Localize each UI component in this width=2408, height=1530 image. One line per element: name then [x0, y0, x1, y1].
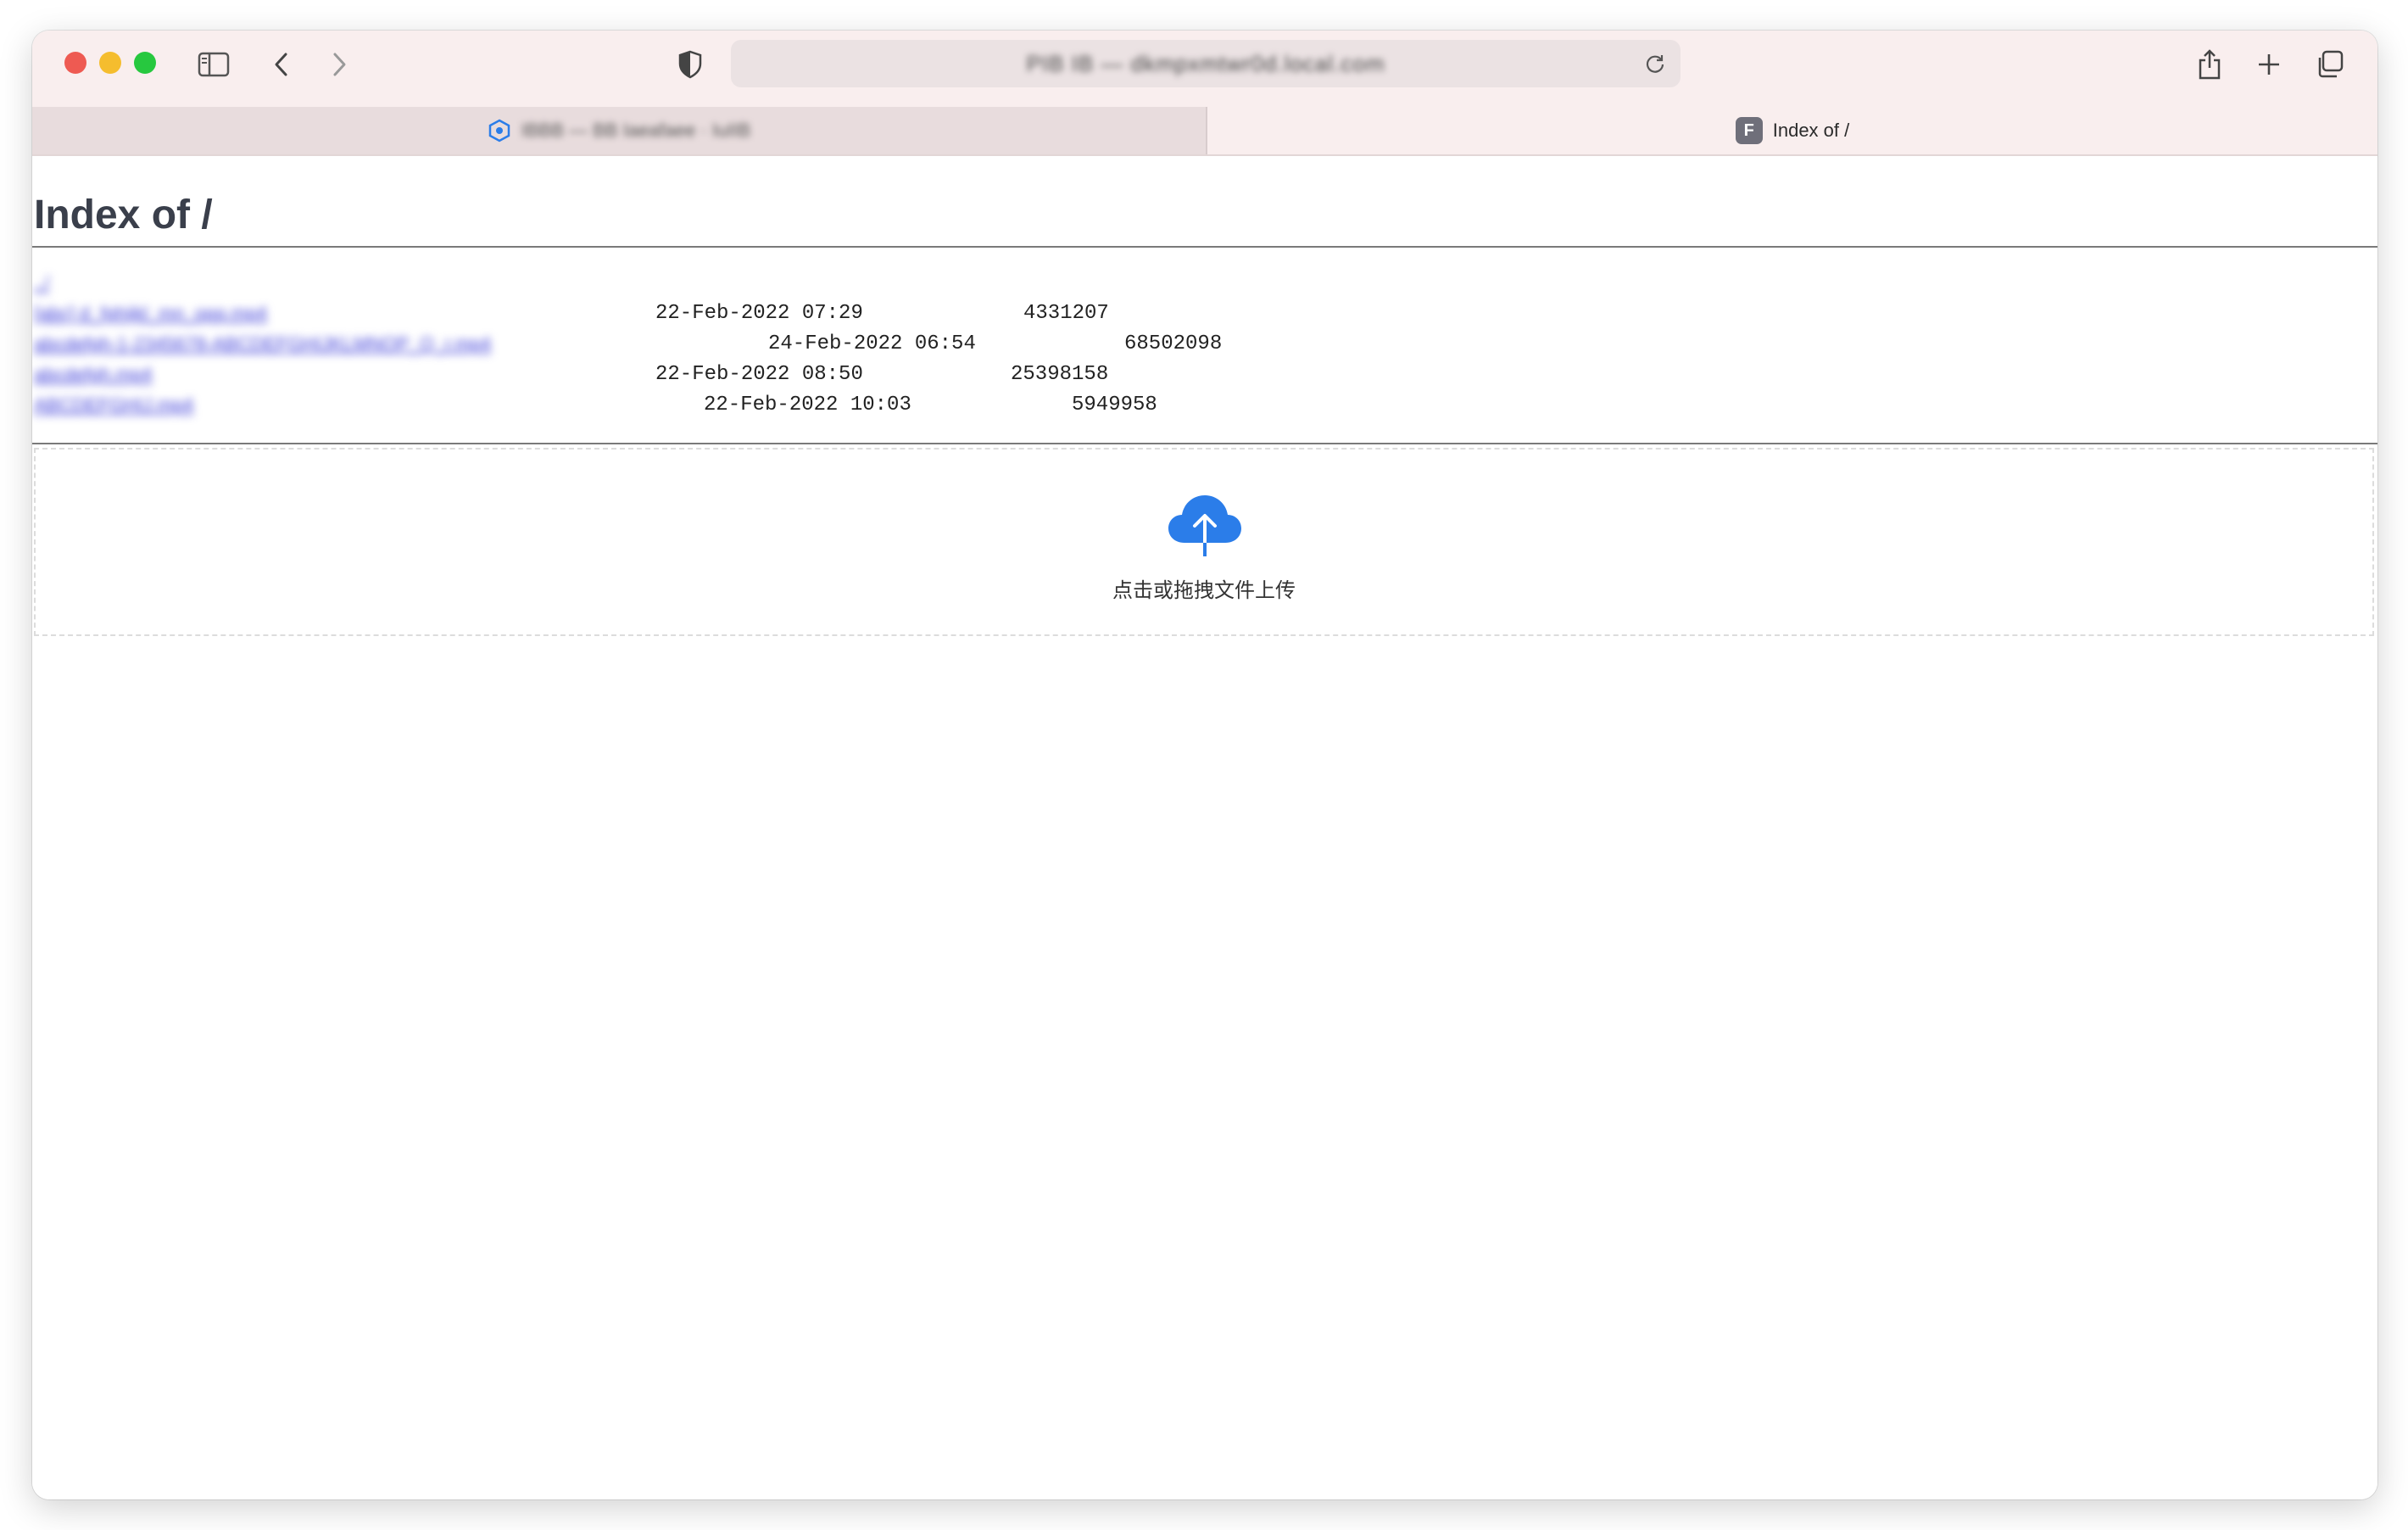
- file-link[interactable]: abcdefgh-1-2345678-ABCDEFGHIJKLMNOP_Q_r.…: [34, 329, 491, 360]
- parent-directory-link[interactable]: ../: [34, 268, 49, 299]
- cloud-upload-icon: [1168, 495, 1241, 556]
- upload-dropzone[interactable]: 点击或拖拽文件上传: [34, 448, 2374, 636]
- reload-icon[interactable]: [1643, 52, 1667, 75]
- sidebar-toggle-icon[interactable]: [197, 47, 231, 81]
- new-tab-icon[interactable]: [2252, 47, 2286, 81]
- upload-label: 点击或拖拽文件上传: [1112, 578, 1296, 602]
- file-size: 25398158: [1011, 363, 1109, 386]
- divider: [32, 246, 2377, 248]
- address-text: PIB IB — dkmpxmtwr0d.local.com: [1026, 51, 1385, 76]
- file-size: 5949958: [1072, 394, 1157, 416]
- close-window-button[interactable]: [64, 52, 86, 74]
- forward-icon[interactable]: [322, 47, 356, 81]
- page-content: Index of / ../ [abc] d_fghijkl_mn_opq.mp…: [32, 156, 2377, 1499]
- page-title: Index of /: [34, 193, 213, 237]
- browser-toolbar: PIB IB — dkmpxmtwr0d.local.com: [32, 31, 2377, 107]
- file-link[interactable]: [abc] d_fghijkl_mn_opq.mp4: [34, 299, 267, 329]
- tab-bar: IBBB — BB Iaeafaee · IuIIB F Index of /: [32, 107, 2377, 156]
- tab-title: IBBB — BB Iaeafaee · IuIIB: [521, 120, 751, 141]
- file-size: 4331207: [1023, 302, 1109, 325]
- back-icon[interactable]: [265, 47, 298, 81]
- minimize-window-button[interactable]: [99, 52, 121, 74]
- file-date: 22-Feb-2022 07:29: [655, 302, 863, 325]
- share-icon[interactable]: [2193, 47, 2227, 81]
- file-size: 68502098: [1124, 332, 1223, 355]
- maximize-window-button[interactable]: [134, 52, 156, 74]
- file-date: 22-Feb-2022 10:03: [704, 394, 911, 416]
- browser-window: PIB IB — dkmpxmtwr0d.local.com IBBB — BB…: [32, 31, 2377, 1499]
- tab-overview-icon[interactable]: [2313, 47, 2347, 81]
- address-bar[interactable]: PIB IB — dkmpxmtwr0d.local.com: [731, 40, 1681, 87]
- file-link[interactable]: abcdefgh.mp4: [34, 360, 152, 390]
- tab-inactive[interactable]: IBBB — BB Iaeafaee · IuIIB: [32, 107, 1207, 154]
- file-date: 24-Feb-2022 06:54: [768, 332, 976, 355]
- divider: [32, 443, 2377, 444]
- privacy-shield-icon[interactable]: [673, 47, 707, 81]
- file-date: 22-Feb-2022 08:50: [655, 363, 863, 386]
- tab-index-of[interactable]: F Index of /: [1207, 107, 2377, 154]
- f-favicon-icon: F: [1735, 117, 1763, 144]
- hexagon-favicon-icon: [488, 119, 510, 142]
- file-link[interactable]: ABCDEFGHIJ.mp4: [34, 390, 193, 421]
- tab-title: Index of /: [1772, 120, 1850, 141]
